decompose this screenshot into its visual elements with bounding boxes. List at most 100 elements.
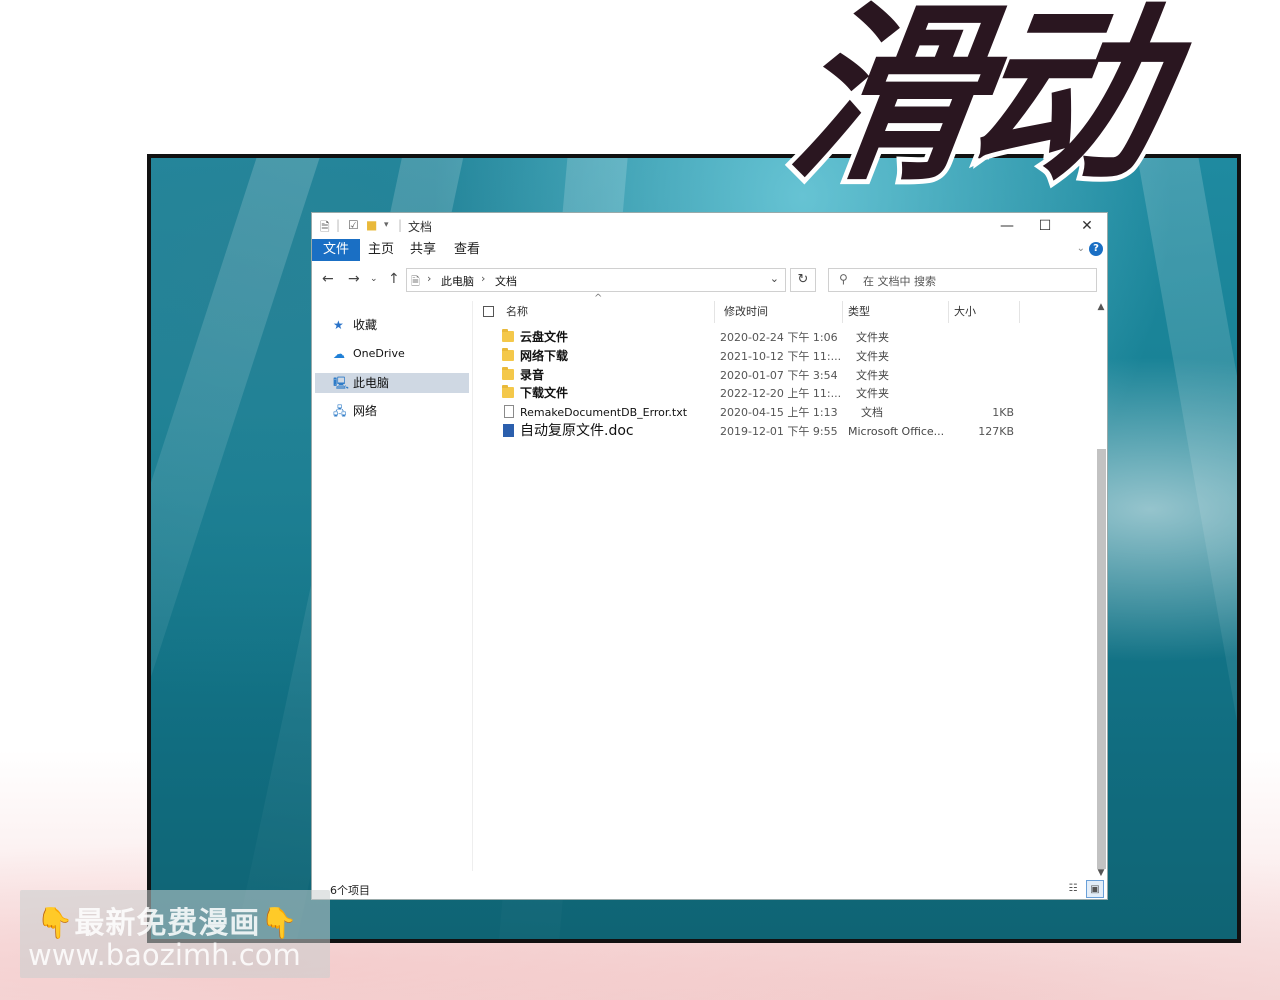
file-name: 网络下载 xyxy=(520,349,569,363)
scroll-up-icon[interactable]: ▲ xyxy=(1095,301,1107,313)
file-name: 自动复原文件.doc xyxy=(520,423,634,439)
cloud-icon: ☁ xyxy=(333,347,345,361)
chevron-right-icon: › xyxy=(481,272,486,285)
nav-item-label: 网络 xyxy=(353,404,378,418)
large-icons-view-icon[interactable]: ▣ xyxy=(1086,880,1104,898)
new-folder-icon[interactable]: ■ xyxy=(366,218,377,232)
recent-locations-icon[interactable]: ⌄ xyxy=(370,274,378,284)
file-date: 2022-12-20 上午 11:... xyxy=(720,387,842,400)
file-row[interactable]: 网络下载 2021-10-12 下午 11:... 文件夹 xyxy=(474,347,1092,366)
nav-item-label: 此电脑 xyxy=(353,376,390,390)
navigation-pane: ★ 收藏 ☁ OneDrive 🖳 此电脑 🖧 网络 xyxy=(312,301,473,871)
file-date: 2020-01-07 下午 3:54 xyxy=(720,369,838,382)
address-dropdown-icon[interactable]: ⌄ xyxy=(770,272,779,285)
file-row[interactable]: RemakeDocumentDB_Error.txt 2020-04-15 上午… xyxy=(474,403,1092,422)
file-type: Microsoft Office... xyxy=(848,425,945,438)
file-name: 录音 xyxy=(520,368,545,382)
nav-item-label: OneDrive xyxy=(353,347,405,360)
back-arrow-icon[interactable]: ← xyxy=(322,271,334,287)
column-divider[interactable] xyxy=(948,301,949,323)
select-all-checkbox[interactable] xyxy=(483,306,494,317)
nav-item-label: 收藏 xyxy=(353,318,378,332)
sound-effect-title: 滑动 xyxy=(772,0,1173,211)
column-divider[interactable] xyxy=(714,301,715,323)
file-type: 文件夹 xyxy=(856,350,889,363)
nav-item-onedrive[interactable]: ☁ OneDrive xyxy=(315,344,469,364)
file-name: RemakeDocumentDB_Error.txt xyxy=(520,406,688,419)
file-size: 1KB xyxy=(992,406,1014,419)
breadcrumb-documents[interactable]: 文档 xyxy=(495,273,517,289)
search-box[interactable]: ⚲ 在 文档中 搜索 xyxy=(828,268,1097,292)
file-row[interactable]: 下载文件 2022-12-20 上午 11:... 文件夹 xyxy=(474,384,1092,403)
separator: | xyxy=(398,218,403,232)
column-header-type[interactable]: 类型 xyxy=(848,301,870,323)
folder-icon xyxy=(502,385,514,398)
details-view-icon[interactable]: ☷ xyxy=(1064,880,1082,898)
close-button[interactable]: ✕ xyxy=(1072,215,1102,237)
nav-item-favorites[interactable]: ★ 收藏 xyxy=(315,315,469,335)
column-header-name[interactable]: 名称 xyxy=(506,301,528,323)
file-date: 2019-12-01 下午 9:55 xyxy=(720,425,838,438)
column-divider[interactable] xyxy=(842,301,843,323)
search-icon: ⚲ xyxy=(839,272,848,286)
file-size: 127KB xyxy=(978,425,1014,438)
navigation-bar: ← → ⌄ ↑ 🗎 › 此电脑 › 文档 ⌄ ↻ ⚲ 在 文档中 搜索 xyxy=(312,265,1107,295)
chevron-down-icon[interactable]: ⌄ xyxy=(1077,243,1085,254)
tab-file[interactable]: 文件 xyxy=(312,239,360,261)
vertical-scrollbar[interactable]: ▲ ▼ xyxy=(1095,301,1107,881)
ribbon-tabs: 文件 主页 共享 查看 ⌄ ? xyxy=(312,239,1107,261)
maximize-button[interactable]: ☐ xyxy=(1030,215,1060,237)
scrollbar-thumb[interactable] xyxy=(1097,449,1106,869)
file-row[interactable]: 云盘文件 2020-02-24 下午 1:06 文件夹 xyxy=(474,328,1092,347)
properties-icon[interactable]: ☑ xyxy=(348,218,359,232)
folder-icon xyxy=(502,348,514,361)
file-type: 文件夹 xyxy=(856,387,889,400)
file-date: 2021-10-12 下午 11:... xyxy=(720,350,842,363)
network-icon: 🖧 xyxy=(333,404,347,418)
file-name: 云盘文件 xyxy=(520,330,569,344)
file-type: 文档 xyxy=(861,406,883,419)
text-file-icon xyxy=(504,405,514,418)
watermark-line1: 👇最新免费漫画👇 xyxy=(36,898,299,942)
file-date: 2020-02-24 下午 1:06 xyxy=(720,331,838,344)
pointing-down-icon: 👇 xyxy=(36,906,75,941)
watermark-url: www.baozimh.com xyxy=(28,938,301,972)
watermark: 👇最新免费漫画👇 www.baozimh.com xyxy=(20,890,330,978)
window-title: 文档 xyxy=(408,220,433,234)
pointing-down-icon: 👇 xyxy=(260,906,299,941)
tab-share[interactable]: 共享 xyxy=(402,239,444,261)
nav-item-this-pc[interactable]: 🖳 此电脑 xyxy=(315,373,469,393)
title-bar: 🗎 | ☑ ■ ▾ | 文档 — ☐ ✕ xyxy=(312,213,1107,239)
help-icon[interactable]: ? xyxy=(1089,242,1103,256)
quick-access-dropdown-icon[interactable]: ▾ xyxy=(384,220,389,230)
file-explorer-window: 🗎 | ☑ ■ ▾ | 文档 — ☐ ✕ 文件 主页 共享 查看 ⌄ ? ← →… xyxy=(311,212,1108,900)
location-icon: 🗎 xyxy=(411,275,420,288)
nav-item-network[interactable]: 🖧 网络 xyxy=(315,401,469,421)
minimize-button[interactable]: — xyxy=(992,215,1022,237)
file-row[interactable]: 自动复原文件.doc 2019-12-01 下午 9:55 Microsoft … xyxy=(474,422,1092,441)
document-icon[interactable]: 🗎 xyxy=(320,218,330,239)
watermark-text: 最新免费漫画 xyxy=(74,906,261,941)
tab-home[interactable]: 主页 xyxy=(360,239,402,261)
sort-up-icon: ^ xyxy=(594,293,603,304)
tab-view[interactable]: 查看 xyxy=(446,239,488,261)
scroll-down-icon[interactable]: ▼ xyxy=(1095,867,1107,879)
folder-icon xyxy=(502,367,514,380)
chevron-right-icon: › xyxy=(427,272,432,285)
file-row[interactable]: 录音 2020-01-07 下午 3:54 文件夹 xyxy=(474,366,1092,385)
forward-arrow-icon[interactable]: → xyxy=(348,271,360,287)
column-divider[interactable] xyxy=(1019,301,1020,323)
address-bar[interactable]: 🗎 › 此电脑 › 文档 ⌄ xyxy=(406,268,786,292)
file-name: 下载文件 xyxy=(520,386,569,400)
column-header-size[interactable]: 大小 xyxy=(954,301,976,323)
up-arrow-icon[interactable]: ↑ xyxy=(388,271,400,287)
computer-icon: 🖳 xyxy=(333,376,350,390)
status-bar: 6个项目 ☷ ▣ xyxy=(312,879,1107,899)
breadcrumb-this-pc[interactable]: 此电脑 xyxy=(441,273,474,289)
star-icon: ★ xyxy=(333,318,344,332)
refresh-button[interactable]: ↻ xyxy=(790,268,816,292)
file-list: ^ 名称 修改时间 类型 大小 云盘文件 2020-02-24 下午 1:06 … xyxy=(474,293,1092,871)
word-document-icon xyxy=(503,424,514,437)
search-placeholder: 在 文档中 搜索 xyxy=(863,275,936,288)
column-header-date[interactable]: 修改时间 xyxy=(724,301,768,323)
